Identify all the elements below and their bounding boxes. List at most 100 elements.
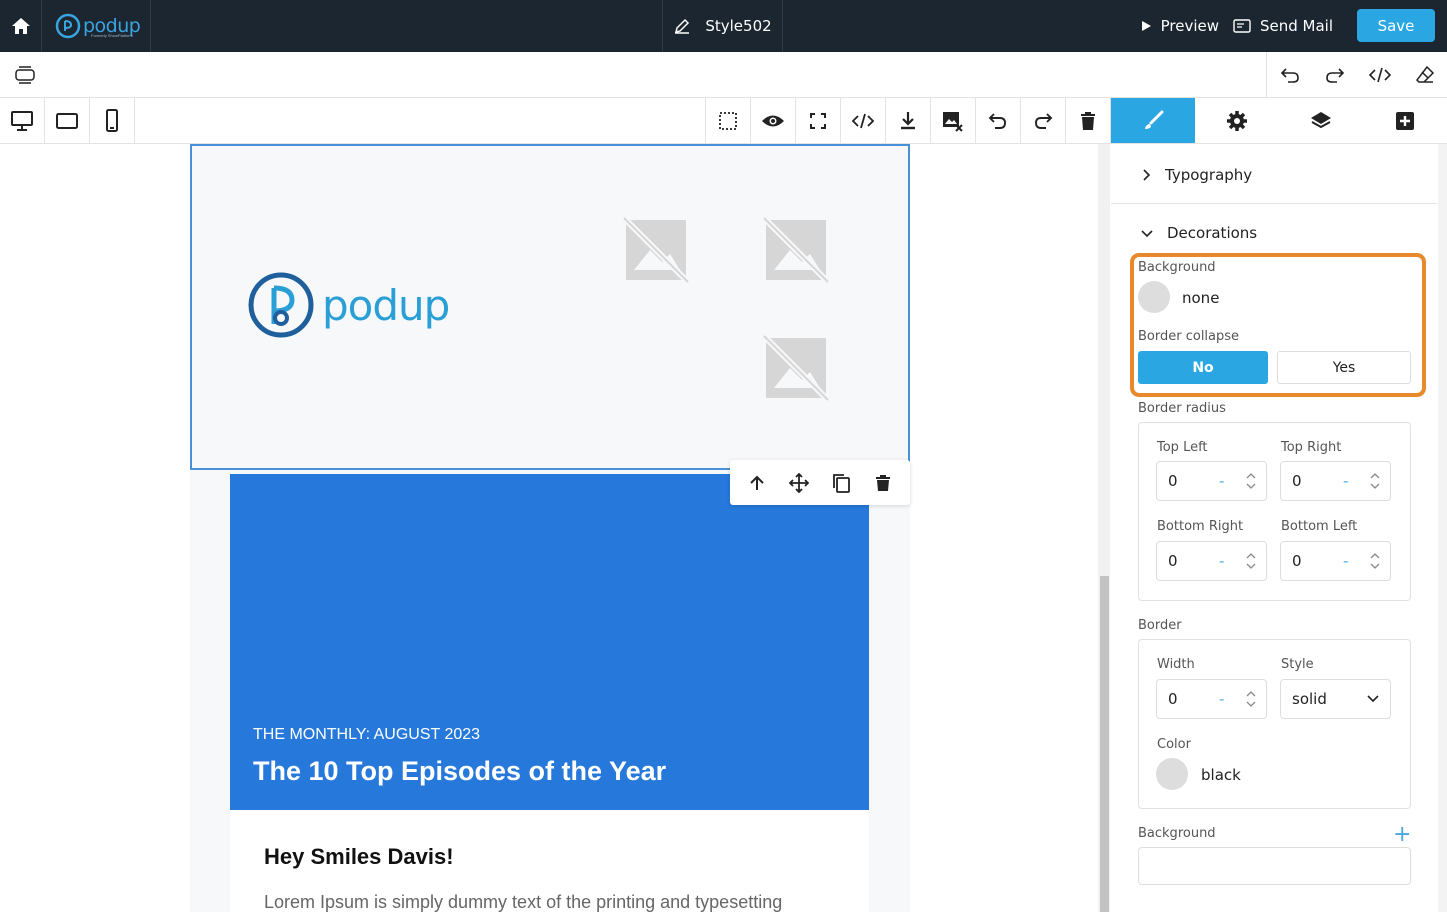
select-parent-button[interactable]: [739, 465, 775, 501]
move-button[interactable]: [781, 465, 817, 501]
broken-image-icon[interactable]: [760, 214, 832, 286]
broken-image-icon[interactable]: [760, 332, 832, 404]
border-collapse-no-button[interactable]: No: [1138, 351, 1268, 384]
canvas-redo-button[interactable]: [1021, 98, 1066, 143]
export-code-button[interactable]: [841, 98, 886, 143]
layers-icon: [1311, 111, 1331, 128]
move-icon: [789, 472, 809, 493]
pencil-icon: [675, 18, 690, 34]
tab-blocks[interactable]: [1363, 98, 1447, 143]
canvas-scroll-thumb[interactable]: [1100, 576, 1109, 912]
mobile-view-button[interactable]: [90, 98, 135, 143]
hero-block[interactable]: THE MONTHLY: AUGUST 2023 The 10 Top Epis…: [230, 474, 869, 810]
body-text[interactable]: Lorem Ipsum is simply dummy text of the …: [264, 892, 782, 912]
typography-section[interactable]: Typography: [1111, 146, 1437, 204]
podup-logo-icon: [55, 13, 81, 39]
top-left-input[interactable]: 0 -: [1156, 461, 1267, 501]
show-borders-button[interactable]: [706, 98, 751, 143]
history-tools: [1266, 52, 1447, 97]
copy-icon: [833, 473, 850, 493]
bottom-left-input[interactable]: 0 -: [1280, 541, 1391, 581]
undo-icon: [988, 112, 1006, 129]
top-right-unit[interactable]: -: [1343, 472, 1348, 490]
save-button[interactable]: Save: [1357, 9, 1435, 42]
stepper-icon[interactable]: [1245, 471, 1257, 491]
border-style-select[interactable]: solid: [1280, 679, 1391, 719]
preview-label: Preview: [1160, 16, 1219, 35]
trash-icon: [1081, 111, 1095, 130]
preview-eye-button[interactable]: [751, 98, 796, 143]
broken-image-icon[interactable]: [620, 214, 692, 286]
border-width-input[interactable]: 0 -: [1156, 679, 1267, 719]
code-view-button[interactable]: [1357, 52, 1402, 97]
code-icon: [851, 113, 875, 128]
stepper-icon[interactable]: [1245, 551, 1257, 571]
style-manager-panel: Typography Decorations Background none B…: [1111, 144, 1447, 912]
stepper-icon[interactable]: [1245, 689, 1257, 709]
chevron-down-icon: [1141, 230, 1153, 238]
stepper-icon[interactable]: [1369, 551, 1381, 571]
bottom-right-value: 0: [1168, 552, 1178, 570]
border-width-unit[interactable]: -: [1219, 690, 1224, 708]
editor-bar: [0, 52, 1447, 98]
home-button[interactable]: [0, 0, 42, 52]
template-name: Style502: [705, 17, 772, 35]
bottom-right-input[interactable]: 0 -: [1156, 541, 1267, 581]
send-mail-button[interactable]: Send Mail: [1233, 17, 1333, 35]
tablet-view-button[interactable]: [45, 98, 90, 143]
border-label: Border: [1138, 618, 1182, 633]
bottom-left-unit[interactable]: -: [1343, 552, 1348, 570]
redo-button[interactable]: [1312, 52, 1357, 97]
stepper-icon[interactable]: [1369, 471, 1381, 491]
panel-scrollbar[interactable]: [1438, 144, 1447, 912]
chevron-right-icon: [1143, 168, 1151, 181]
greeting-text[interactable]: Hey Smiles Davis!: [264, 844, 454, 870]
top-left-unit[interactable]: -: [1219, 472, 1224, 490]
background-layers-field[interactable]: [1138, 847, 1411, 885]
template-title[interactable]: Style502: [662, 0, 783, 52]
top-right-input[interactable]: 0 -: [1280, 461, 1391, 501]
duplicate-button[interactable]: [823, 465, 859, 501]
trash-icon: [876, 474, 890, 491]
logo-subtext: Formerly ShowPlatform: [91, 33, 133, 38]
border-collapse-label: Border collapse: [1138, 329, 1240, 344]
border-collapse-yes-button[interactable]: Yes: [1277, 351, 1411, 384]
background-value[interactable]: none: [1182, 289, 1219, 307]
border-color-swatch[interactable]: [1156, 758, 1188, 790]
canvas-undo-button[interactable]: [976, 98, 1021, 143]
top-right-value: 0: [1292, 472, 1302, 490]
add-background-button[interactable]: +: [1393, 824, 1411, 846]
preview-button[interactable]: Preview: [1140, 17, 1219, 35]
fullscreen-button[interactable]: [796, 98, 841, 143]
hero-kicker[interactable]: THE MONTHLY: AUGUST 2023: [253, 726, 480, 744]
delete-block-button[interactable]: [865, 465, 901, 501]
clear-canvas-button[interactable]: [1066, 98, 1111, 143]
undo-icon: [1280, 67, 1299, 83]
toolbar: [0, 98, 1447, 144]
email-logo-text: podup: [322, 280, 450, 330]
undo-button[interactable]: [1267, 52, 1312, 97]
border-color-value[interactable]: black: [1201, 766, 1241, 784]
tab-layer-manager[interactable]: [1279, 98, 1363, 143]
redo-icon: [1035, 112, 1053, 129]
header-block-selected[interactable]: podup: [190, 144, 910, 470]
dotted-square-icon: [719, 111, 737, 130]
hero-title[interactable]: The 10 Top Episodes of the Year: [253, 756, 666, 787]
desktop-view-button[interactable]: [0, 98, 45, 143]
download-button[interactable]: [886, 98, 931, 143]
tab-settings[interactable]: [1195, 98, 1279, 143]
clear-button[interactable]: [1402, 52, 1447, 97]
background-color-swatch[interactable]: [1138, 281, 1170, 313]
asset-manager-button[interactable]: [931, 98, 976, 143]
bottom-right-unit[interactable]: -: [1219, 552, 1224, 570]
tab-style-manager[interactable]: [1111, 98, 1195, 143]
device-switcher: [0, 98, 135, 143]
app-logo[interactable]: podup Formerly ShowPlatform: [43, 0, 151, 52]
tablet-icon: [56, 112, 78, 129]
code-icon: [1368, 67, 1391, 82]
email-logo[interactable]: podup: [246, 270, 450, 340]
top-actions: Preview Send Mail Save: [1140, 9, 1435, 42]
layers-menu-button[interactable]: [14, 64, 36, 89]
body-block[interactable]: Hey Smiles Davis! Lorem Ipsum is simply …: [230, 810, 869, 912]
top-bar: podup Formerly ShowPlatform Style502 Pre…: [0, 0, 1447, 52]
